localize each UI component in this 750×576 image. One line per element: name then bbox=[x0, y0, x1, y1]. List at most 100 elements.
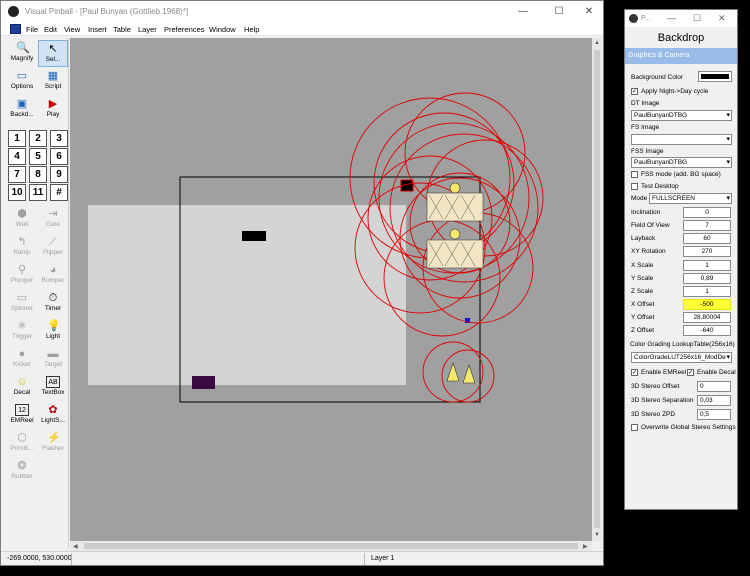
menu-window[interactable]: Window bbox=[209, 25, 236, 34]
color-grading-select[interactable]: ColorGradeLUT256x16_ModDe bbox=[631, 352, 732, 363]
flipper-tool[interactable]: ⟋ Flipper bbox=[38, 234, 68, 261]
layer-key-4[interactable]: 4 bbox=[8, 148, 26, 165]
status-bar: -269.0000, 530.0000 Layer 1 bbox=[1, 551, 603, 565]
z-offset-input[interactable]: -640 bbox=[683, 325, 731, 336]
x-offset-input[interactable]: -500 bbox=[683, 299, 731, 310]
magnify-tool[interactable]: 🔍 Magnify bbox=[7, 40, 37, 67]
select-tool[interactable]: ↖ Sel... bbox=[38, 40, 68, 67]
backglass-light-group-top[interactable] bbox=[426, 182, 484, 222]
menu-edit[interactable]: Edit bbox=[44, 25, 57, 34]
bumper-tool[interactable]: ◕ Bumper bbox=[38, 262, 68, 289]
backdrop-canvas[interactable] bbox=[70, 38, 592, 541]
dt-image-select[interactable]: PaulBunyanDTBG bbox=[631, 110, 732, 121]
menu-file[interactable]: File bbox=[26, 25, 38, 34]
ramp-tool[interactable]: ↰ Ramp bbox=[7, 234, 37, 261]
horizontal-scroll-thumb[interactable] bbox=[84, 543, 578, 549]
layer-key-7[interactable]: 7 bbox=[8, 166, 26, 183]
z-scale-input[interactable]: 1 bbox=[683, 286, 731, 297]
script-icon: ▦ bbox=[47, 70, 59, 82]
textbox-tool[interactable]: AB TextBox bbox=[38, 374, 68, 401]
menu-insert[interactable]: Insert bbox=[88, 25, 107, 34]
inclination-input[interactable]: 0 bbox=[683, 207, 731, 218]
timer-tool[interactable]: ⏱ Timer bbox=[38, 290, 68, 317]
x-scale-input[interactable]: 1 bbox=[683, 260, 731, 271]
light-bulb-icon: 💡 bbox=[47, 320, 61, 332]
y-scale-input[interactable]: 0,89 bbox=[683, 273, 731, 284]
black-reel-element[interactable] bbox=[242, 231, 266, 241]
layer-key-6[interactable]: 6 bbox=[50, 148, 68, 165]
rubber-tool[interactable]: ❂ Rubber bbox=[7, 458, 37, 485]
script-tool[interactable]: ▦ Script bbox=[38, 68, 68, 95]
field-of-view-input[interactable]: 7 bbox=[683, 220, 731, 231]
backglass-light-group-bottom[interactable] bbox=[426, 228, 484, 269]
layback-input[interactable]: 60 bbox=[683, 233, 731, 244]
enable-decal-checkbox[interactable]: ✓ bbox=[687, 369, 694, 376]
ramp-icon: ↰ bbox=[17, 236, 27, 248]
target-tool[interactable]: ▬ Target bbox=[38, 346, 68, 373]
stereo-separation-input[interactable]: 0,03 bbox=[697, 395, 731, 406]
fs-image-select[interactable] bbox=[631, 134, 732, 145]
layer-key-all[interactable]: # bbox=[50, 184, 68, 201]
layer-key-5[interactable]: 5 bbox=[29, 148, 47, 165]
menu-preferences[interactable]: Preferences bbox=[164, 25, 204, 34]
fss-image-select[interactable]: PaulBunyanDTBG bbox=[631, 157, 732, 168]
lightsequencer-tool[interactable]: ✿ LightS... bbox=[38, 402, 68, 429]
fss-mode-checkbox[interactable] bbox=[631, 171, 638, 178]
layer-key-9[interactable]: 9 bbox=[50, 166, 68, 183]
test-desktop-checkbox[interactable] bbox=[631, 183, 638, 190]
properties-maximize-button[interactable]: ☐ bbox=[693, 13, 701, 24]
options-tool[interactable]: ▭ Options bbox=[7, 68, 37, 95]
scroll-left-arrow-icon[interactable]: ◀ bbox=[73, 543, 78, 550]
flasher-tool[interactable]: ⚡ Flasher bbox=[38, 430, 68, 457]
light-tool[interactable]: 💡 Light bbox=[38, 318, 68, 345]
menu-layer[interactable]: Layer bbox=[138, 25, 157, 34]
menu-view[interactable]: View bbox=[64, 25, 80, 34]
emreel-tool[interactable]: 12 EMReel bbox=[7, 402, 37, 429]
wall-tool[interactable]: ⬢ Wall bbox=[7, 206, 37, 233]
horizontal-scrollbar[interactable]: ◀ ▶ bbox=[70, 541, 592, 551]
scroll-right-arrow-icon[interactable]: ▶ bbox=[583, 543, 588, 550]
overwrite-stereo-checkbox[interactable] bbox=[631, 424, 638, 431]
play-tool[interactable]: ▶ Play bbox=[38, 96, 68, 123]
x-scale-row: X Scale 1 bbox=[625, 260, 737, 273]
properties-close-button[interactable]: ✕ bbox=[718, 13, 726, 24]
graphics-camera-section[interactable]: Graphics & Camera bbox=[625, 48, 737, 64]
kicker-tool[interactable]: ● Kicker bbox=[7, 346, 37, 373]
background-color-button[interactable] bbox=[698, 71, 732, 82]
night-day-checkbox[interactable]: ✓ bbox=[631, 88, 638, 95]
spinner-tool[interactable]: ▭ Spinner bbox=[7, 290, 37, 317]
menu-table[interactable]: Table bbox=[113, 25, 131, 34]
dark-purple-element[interactable] bbox=[192, 376, 215, 389]
vertical-scrollbar[interactable]: ▲ ▼ bbox=[592, 38, 602, 541]
layer-key-1[interactable]: 1 bbox=[8, 130, 26, 147]
layer-key-2[interactable]: 2 bbox=[29, 130, 47, 147]
stereo-offset-input[interactable]: 0 bbox=[697, 381, 731, 392]
spinner-icon: ▭ bbox=[16, 292, 28, 304]
layer-key-8[interactable]: 8 bbox=[29, 166, 47, 183]
vertical-scroll-thumb[interactable] bbox=[594, 50, 600, 528]
properties-minimize-button[interactable]: — bbox=[667, 13, 676, 23]
scroll-down-arrow-icon[interactable]: ▼ bbox=[594, 532, 600, 538]
triangle-lights[interactable] bbox=[446, 362, 476, 384]
y-offset-input[interactable]: 28,80004 bbox=[683, 312, 731, 323]
plunger-tool[interactable]: ⚲ Plunger bbox=[7, 262, 37, 289]
enable-emreel-checkbox[interactable]: ✓ bbox=[631, 369, 638, 376]
primitive-tool[interactable]: ⬡ Primiti... bbox=[7, 430, 37, 457]
xy-rotation-input[interactable]: 270 bbox=[683, 246, 731, 257]
menu-help[interactable]: Help bbox=[244, 25, 259, 34]
gate-tool[interactable]: ⇥ Gate bbox=[38, 206, 68, 233]
layer-key-11[interactable]: 11 bbox=[29, 184, 47, 201]
status-separator bbox=[364, 553, 365, 565]
minimize-button[interactable]: — bbox=[511, 4, 535, 20]
layer-key-10[interactable]: 10 bbox=[8, 184, 26, 201]
current-layer: Layer 1 bbox=[371, 555, 395, 562]
close-button[interactable]: ✕ bbox=[577, 4, 601, 20]
mode-select[interactable]: FULLSCREEN bbox=[649, 193, 732, 204]
backdrop-tool[interactable]: ▣ Backd... bbox=[7, 96, 37, 123]
maximize-button[interactable]: ☐ bbox=[547, 4, 571, 20]
trigger-tool[interactable]: ✳ Trigger bbox=[7, 318, 37, 345]
decal-tool[interactable]: ☺ Decal bbox=[7, 374, 37, 401]
stereo-zpd-input[interactable]: 0,5 bbox=[697, 409, 731, 420]
scroll-up-arrow-icon[interactable]: ▲ bbox=[594, 40, 600, 46]
layer-key-3[interactable]: 3 bbox=[50, 130, 68, 147]
